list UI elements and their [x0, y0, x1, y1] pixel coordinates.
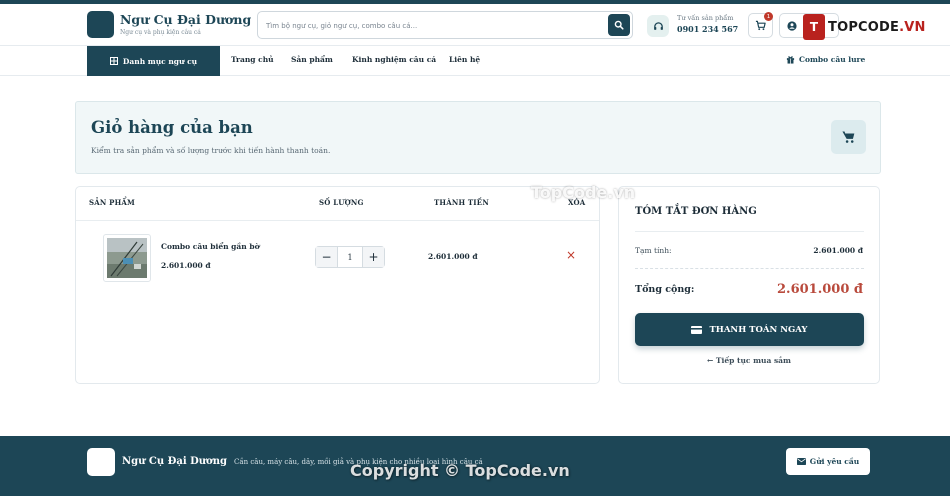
footer-logo[interactable]: [87, 448, 115, 476]
quantity-value[interactable]: 1: [337, 247, 363, 267]
summary-divider: [635, 231, 864, 232]
search-input[interactable]: [266, 18, 601, 33]
quantity-decrease-button[interactable]: −: [316, 247, 337, 267]
search-icon: [614, 20, 624, 30]
hotline-phone[interactable]: 0901 234 567: [677, 24, 738, 34]
search-button[interactable]: [608, 14, 630, 36]
cart-icon: [842, 131, 855, 143]
quantity-increase-button[interactable]: +: [363, 247, 384, 267]
summary-title: TÓM TẮT ĐƠN HÀNG: [635, 206, 757, 217]
table-header-divider: [76, 220, 599, 221]
footer-brand-name: Ngư Cụ Đại Dương: [122, 456, 227, 467]
category-menu-button[interactable]: Danh mục ngư cụ: [87, 46, 220, 76]
order-summary: TÓM TẮT ĐƠN HÀNG Tạm tính: 2.601.000 đ T…: [618, 186, 880, 384]
nav-link-home[interactable]: Trang chủ: [231, 55, 274, 64]
watermark-text: TOPCODE.VN: [828, 20, 926, 35]
line-total: 2.601.000 đ: [428, 252, 478, 261]
product-image: [107, 238, 147, 278]
hotline-label: Tư vấn sản phẩm: [677, 14, 734, 22]
quantity-stepper: − 1 +: [315, 246, 385, 268]
gift-icon: [786, 56, 795, 64]
page-heading-panel: Giỏ hàng của bạn Kiểm tra sản phẩm và số…: [75, 101, 881, 174]
cart-count-badge: 1: [764, 12, 773, 21]
page-subtitle: Kiểm tra sản phẩm và số lượng trước khi …: [91, 146, 331, 155]
continue-shopping-link[interactable]: ← Tiếp tục mua sắm: [619, 356, 879, 365]
total-value: 2.601.000 đ: [777, 282, 863, 297]
headset-icon: [653, 21, 663, 30]
nav-link-contact[interactable]: Liên hệ: [449, 55, 480, 64]
subtotal-value: 2.601.000 đ: [813, 246, 863, 255]
send-request-button[interactable]: Gửi yêu cầu: [786, 448, 870, 475]
hotline-icon-box[interactable]: [647, 15, 669, 37]
site-header: Ngư Cụ Đại Dương Ngư cụ và phụ kiện câu …: [0, 4, 950, 46]
category-menu-label: Danh mục ngư cụ: [122, 56, 198, 66]
total-label: Tổng cộng:: [635, 284, 695, 295]
watermark-overlay-text: TopCode.vn: [531, 183, 636, 202]
envelope-icon: [796, 458, 806, 465]
watermark-emblem: T: [803, 14, 825, 40]
combo-lure-label: Combo câu lure: [799, 55, 866, 64]
credit-card-icon: [691, 325, 703, 334]
watermark-text-suffix: .VN: [899, 19, 926, 35]
page-title: Giỏ hàng của bạn: [91, 118, 253, 137]
product-thumbnail[interactable]: [103, 234, 151, 282]
cart-icon: [755, 20, 766, 31]
nav-link-products[interactable]: Sản phẩm: [291, 55, 333, 64]
page-cart-icon-box: [831, 120, 866, 154]
header-product: SẢN PHẨM: [89, 198, 135, 207]
send-request-label: Gửi yêu cầu: [809, 457, 860, 466]
checkout-label: THANH TOÁN NGAY: [709, 324, 808, 335]
topcode-watermark-logo: T TOPCODE.VN: [803, 13, 926, 41]
watermark-text-main: TOPCODE: [828, 19, 900, 35]
search-box: [257, 11, 633, 39]
header-quantity: SỐ LƯỢNG: [319, 198, 364, 207]
brand-name[interactable]: Ngư Cụ Đại Dương: [120, 12, 251, 27]
grid-icon: [109, 57, 118, 65]
main-nav: Danh mục ngư cụ Trang chủ Sản phẩm Kinh …: [0, 45, 950, 76]
copyright-watermark-text: Copyright © TopCode.vn: [350, 461, 570, 480]
remove-item-button[interactable]: ×: [566, 249, 576, 261]
header-total: THÀNH TIỀN: [434, 198, 489, 207]
nav-link-experience[interactable]: Kinh nghiệm câu cá: [352, 55, 436, 64]
brand-logo[interactable]: [87, 11, 114, 38]
user-icon: [787, 20, 797, 31]
subtotal-label: Tạm tính:: [635, 246, 672, 255]
checkout-button[interactable]: THANH TOÁN NGAY: [635, 313, 864, 346]
brand-tagline: Ngư cụ và phụ kiện câu cá: [120, 29, 201, 36]
product-name[interactable]: Combo câu biển gần bờ: [161, 242, 260, 251]
cart-table: SẢN PHẨM SỐ LƯỢNG THÀNH TIỀN XÓA Combo c…: [75, 186, 600, 384]
combo-lure-link[interactable]: Combo câu lure: [786, 55, 865, 64]
summary-dashed-divider: [635, 268, 864, 269]
product-price: 2.601.000 đ: [161, 261, 211, 270]
